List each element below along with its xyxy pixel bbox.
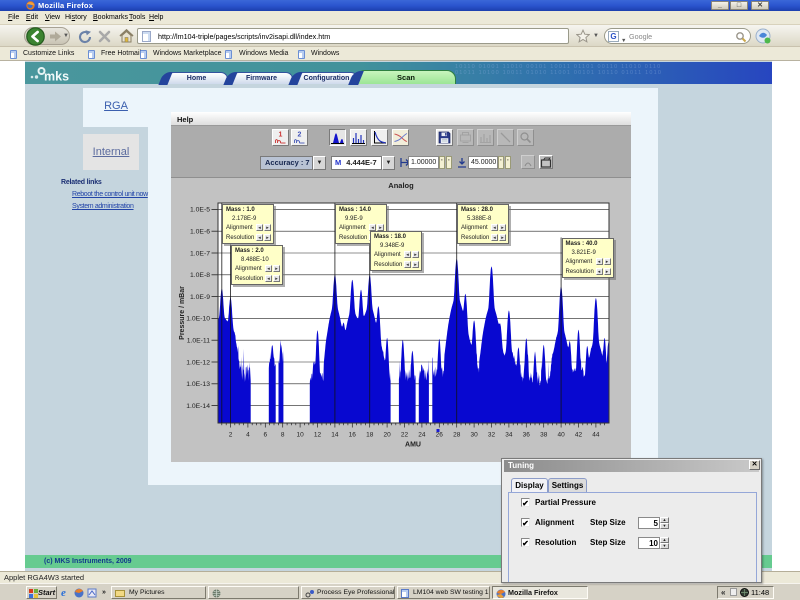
svg-text:1.0E-14: 1.0E-14 xyxy=(186,403,210,410)
svg-text:44: 44 xyxy=(592,432,600,439)
svg-text:14: 14 xyxy=(331,432,339,439)
svg-text:1.0E-8: 1.0E-8 xyxy=(190,272,210,279)
svg-text:1.0E-13: 1.0E-13 xyxy=(186,381,210,388)
svg-text:16: 16 xyxy=(349,432,357,439)
svg-text:6: 6 xyxy=(263,432,267,439)
svg-text:1.0E-10: 1.0E-10 xyxy=(186,316,210,323)
svg-text:1.0E-12: 1.0E-12 xyxy=(186,359,210,366)
svg-text:Pressure / mBar: Pressure / mBar xyxy=(179,286,186,340)
svg-text:36: 36 xyxy=(523,432,531,439)
svg-text:Analog: Analog xyxy=(388,181,414,190)
svg-text:34: 34 xyxy=(505,432,513,439)
svg-text:4: 4 xyxy=(246,432,250,439)
svg-text:12: 12 xyxy=(314,432,322,439)
svg-text:1.0E-9: 1.0E-9 xyxy=(190,294,210,301)
svg-text:26: 26 xyxy=(436,432,444,439)
svg-text:22: 22 xyxy=(401,432,409,439)
svg-text:20: 20 xyxy=(383,432,391,439)
svg-text:8: 8 xyxy=(281,432,285,439)
svg-text:40: 40 xyxy=(557,432,565,439)
svg-text:10: 10 xyxy=(296,432,304,439)
svg-text:32: 32 xyxy=(488,432,496,439)
svg-text:28: 28 xyxy=(453,432,461,439)
svg-text:1: 1 xyxy=(279,132,283,139)
svg-text:38: 38 xyxy=(540,432,548,439)
svg-text:1.0E-6: 1.0E-6 xyxy=(190,229,210,236)
svg-text:2: 2 xyxy=(298,132,302,139)
svg-text:2: 2 xyxy=(229,432,233,439)
svg-text:AMU: AMU xyxy=(405,442,421,449)
svg-text:30: 30 xyxy=(470,432,478,439)
svg-text:24: 24 xyxy=(418,432,426,439)
svg-text:1.0E-5: 1.0E-5 xyxy=(190,207,210,214)
svg-text:1.0E-11: 1.0E-11 xyxy=(187,338,211,345)
svg-text:mks: mks xyxy=(44,70,69,83)
svg-text:18: 18 xyxy=(366,432,374,439)
svg-text:1.0E-7: 1.0E-7 xyxy=(190,250,210,257)
svg-text:42: 42 xyxy=(575,432,583,439)
